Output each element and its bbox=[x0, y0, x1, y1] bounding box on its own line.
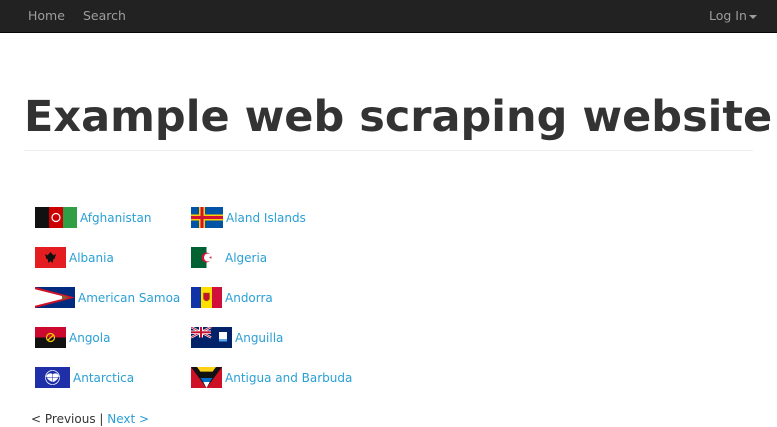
country-link-anguilla[interactable]: Anguilla bbox=[235, 331, 283, 345]
caret-down-icon bbox=[748, 14, 757, 19]
antarctica-flag-icon[interactable] bbox=[35, 367, 70, 388]
pager-separator: | bbox=[95, 412, 108, 426]
antigua-and-barbuda-flag-icon[interactable] bbox=[191, 367, 222, 388]
algeria-flag-icon[interactable] bbox=[191, 247, 222, 268]
afghanistan-flag-icon[interactable] bbox=[35, 207, 77, 228]
country-link-antarctica[interactable]: Antarctica bbox=[73, 371, 134, 385]
andorra-flag-icon[interactable] bbox=[191, 287, 222, 308]
nav-login-dropdown[interactable]: Log In bbox=[709, 8, 757, 24]
country-item: Aland Islands bbox=[191, 207, 306, 228]
country-link-antigua-and-barbuda[interactable]: Antigua and Barbuda bbox=[225, 371, 352, 385]
country-item: Antigua and Barbuda bbox=[191, 367, 352, 388]
country-link-angola[interactable]: Angola bbox=[69, 331, 110, 345]
american-samoa-flag-icon[interactable] bbox=[35, 287, 75, 308]
aland-islands-flag-icon[interactable] bbox=[191, 207, 223, 228]
country-item: Antarctica bbox=[35, 367, 134, 388]
nav-login-label: Log In bbox=[709, 8, 747, 23]
anguilla-flag-icon[interactable] bbox=[191, 327, 232, 348]
country-link-andorra[interactable]: Andorra bbox=[225, 291, 273, 305]
nav-home-link[interactable]: Home bbox=[28, 8, 65, 24]
country-item: Andorra bbox=[191, 287, 273, 308]
title-divider bbox=[24, 150, 753, 151]
country-item: American Samoa bbox=[35, 287, 180, 308]
angola-flag-icon[interactable] bbox=[35, 327, 66, 348]
country-item: Anguilla bbox=[191, 327, 283, 348]
country-item: Algeria bbox=[191, 247, 267, 268]
country-item: Angola bbox=[35, 327, 110, 348]
country-link-american-samoa[interactable]: American Samoa bbox=[78, 291, 180, 305]
country-item: Afghanistan bbox=[35, 207, 151, 228]
country-link-afghanistan[interactable]: Afghanistan bbox=[80, 211, 151, 225]
nav-search-link[interactable]: Search bbox=[83, 8, 126, 24]
page-title: Example web scraping website bbox=[24, 92, 773, 142]
country-item: Albania bbox=[35, 247, 114, 268]
country-link-algeria[interactable]: Algeria bbox=[225, 251, 267, 265]
top-navbar: Home Search Log In bbox=[0, 0, 777, 33]
pagination: < Previous | Next > bbox=[31, 411, 149, 427]
country-link-albania[interactable]: Albania bbox=[69, 251, 114, 265]
previous-link[interactable]: < Previous bbox=[31, 412, 96, 426]
country-link-aland-islands[interactable]: Aland Islands bbox=[226, 211, 306, 225]
albania-flag-icon[interactable] bbox=[35, 247, 66, 268]
next-link[interactable]: Next > bbox=[107, 412, 149, 426]
